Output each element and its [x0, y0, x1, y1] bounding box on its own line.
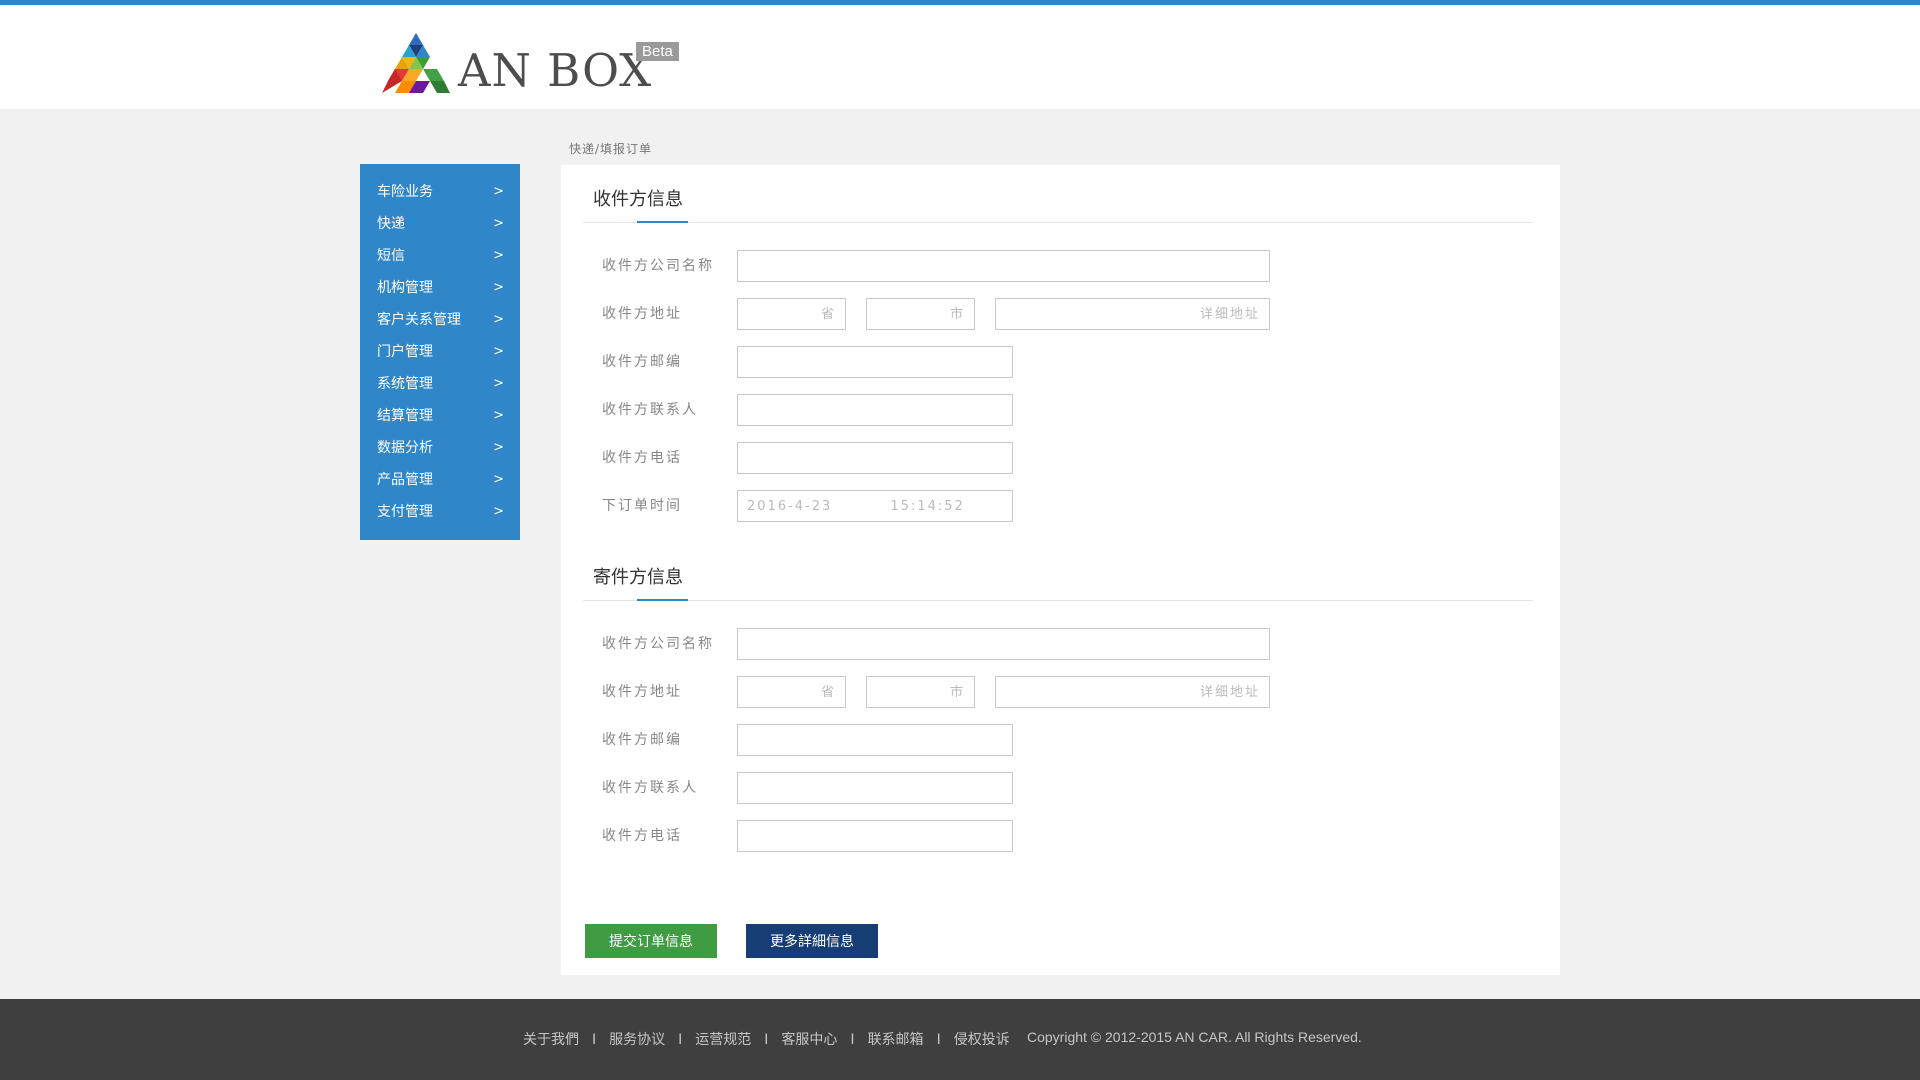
sidebar-item-auto-insurance[interactable]: 车险业务 > [360, 176, 520, 208]
sender-zip-input[interactable] [737, 724, 1013, 756]
chevron-right-icon: > [493, 440, 504, 455]
sidebar-item-label: 数据分析 [377, 440, 433, 456]
footer-separator: I [592, 1032, 597, 1048]
sidebar-item-crm[interactable]: 客户关系管理 > [360, 304, 520, 336]
receiver-city-input[interactable] [866, 298, 975, 330]
divider [583, 600, 1533, 601]
footer-separator: I [936, 1032, 941, 1048]
sidebar-item-label: 产品管理 [377, 472, 433, 488]
footer-link-service-agreement[interactable]: 服务协议 [609, 1032, 665, 1048]
sidebar-item-sms[interactable]: 短信 > [360, 240, 520, 272]
chevron-right-icon: > [493, 504, 504, 519]
sidebar-item-payment[interactable]: 支付管理 > [360, 496, 520, 528]
chevron-right-icon: > [493, 280, 504, 295]
receiver-province-input[interactable] [737, 298, 846, 330]
sidebar-item-label: 车险业务 [377, 184, 433, 200]
sender-company-label: 收件方公司名称 [602, 636, 714, 652]
receiver-company-label: 收件方公司名称 [602, 258, 714, 274]
sender-company-input[interactable] [737, 628, 1270, 660]
footer: 关于我們 I 服务协议 I 运营规范 I 客服中心 I 联系邮箱 I 侵权投诉 Copyright … [0, 999, 1920, 1080]
beta-badge: Beta [636, 42, 679, 61]
section-accent-bar [637, 599, 688, 601]
receiver-phone-input[interactable] [737, 442, 1013, 474]
sidebar-item-label: 客户关系管理 [377, 312, 461, 328]
footer-link-about[interactable]: 关于我們 [523, 1032, 579, 1048]
sidebar-item-label: 机构管理 [377, 280, 433, 296]
sidebar-item-label: 快递 [377, 216, 405, 232]
receiver-contact-input[interactable] [737, 394, 1013, 426]
chevron-right-icon: > [493, 312, 504, 327]
sidebar-item-label: 门户管理 [377, 344, 433, 360]
triangle-logo-icon [382, 33, 450, 93]
footer-separator: I [850, 1032, 855, 1048]
chevron-right-icon: > [493, 376, 504, 391]
sidebar: 车险业务 > 快递 > 短信 > 机构管理 > 客户关系管理 > 门户管理 > … [360, 164, 520, 540]
sender-section-title: 寄件方信息 [593, 567, 683, 588]
section-accent-bar [637, 221, 688, 223]
sidebar-item-products[interactable]: 产品管理 > [360, 464, 520, 496]
logo[interactable]: AN BOX Beta [382, 30, 692, 100]
sidebar-item-organization[interactable]: 机构管理 > [360, 272, 520, 304]
submit-order-button[interactable]: 提交订单信息 [585, 924, 717, 958]
divider [583, 222, 1533, 223]
sender-contact-input[interactable] [737, 772, 1013, 804]
receiver-contact-label: 收件方联系人 [602, 402, 698, 418]
sender-province-input[interactable] [737, 676, 846, 708]
receiver-zip-label: 收件方邮编 [602, 354, 682, 370]
footer-link-infringement-report[interactable]: 侵权投诉 [954, 1032, 1010, 1048]
receiver-zip-input[interactable] [737, 346, 1013, 378]
copyright: Copyright © 2012-2015 AN CAR. All Rights… [1027, 1029, 1362, 1045]
receiver-phone-label: 收件方电话 [602, 450, 682, 466]
footer-link-contact-email[interactable]: 联系邮箱 [868, 1032, 924, 1048]
chevron-right-icon: > [493, 472, 504, 487]
chevron-right-icon: > [493, 184, 504, 199]
footer-separator: I [678, 1032, 683, 1048]
receiver-section-title: 收件方信息 [593, 189, 683, 210]
footer-links: 关于我們 I 服务协议 I 运营规范 I 客服中心 I 联系邮箱 I 侵权投诉 [523, 1029, 1010, 1049]
brand-name: AN BOX [458, 44, 653, 97]
receiver-company-input[interactable] [737, 250, 1270, 282]
footer-separator: I [764, 1032, 769, 1048]
sidebar-item-analytics[interactable]: 数据分析 > [360, 432, 520, 464]
sidebar-item-label: 短信 [377, 248, 405, 264]
sidebar-item-settlement[interactable]: 结算管理 > [360, 400, 520, 432]
receiver-detail-address-input[interactable] [995, 298, 1270, 330]
sidebar-item-system[interactable]: 系统管理 > [360, 368, 520, 400]
chevron-right-icon: > [493, 216, 504, 231]
sender-phone-input[interactable] [737, 820, 1013, 852]
more-details-button[interactable]: 更多詳細信息 [746, 924, 878, 958]
chevron-right-icon: > [493, 344, 504, 359]
receiver-address-label: 收件方地址 [602, 306, 682, 322]
sidebar-item-label: 系统管理 [377, 376, 433, 392]
sender-city-input[interactable] [866, 676, 975, 708]
sidebar-item-express[interactable]: 快递 > [360, 208, 520, 240]
sidebar-item-portal[interactable]: 门户管理 > [360, 336, 520, 368]
chevron-right-icon: > [493, 248, 504, 263]
order-form-panel: 收件方信息 收件方公司名称 收件方地址 收件方邮编 收件方联系人 收件方电话 下… [561, 165, 1560, 975]
sender-detail-address-input[interactable] [995, 676, 1270, 708]
sender-contact-label: 收件方联系人 [602, 780, 698, 796]
sender-address-label: 收件方地址 [602, 684, 682, 700]
sidebar-item-label: 结算管理 [377, 408, 433, 424]
footer-link-customer-service[interactable]: 客服中心 [781, 1032, 837, 1048]
order-time-label: 下订单时间 [602, 498, 682, 514]
sender-phone-label: 收件方电话 [602, 828, 682, 844]
chevron-right-icon: > [493, 408, 504, 423]
footer-link-operation-rules[interactable]: 运营规范 [695, 1032, 751, 1048]
breadcrumb: 快递/填报订单 [569, 142, 653, 156]
sender-zip-label: 收件方邮编 [602, 732, 682, 748]
header: AN BOX Beta [0, 5, 1920, 109]
sidebar-item-label: 支付管理 [377, 504, 433, 520]
order-time-field [737, 490, 1013, 522]
